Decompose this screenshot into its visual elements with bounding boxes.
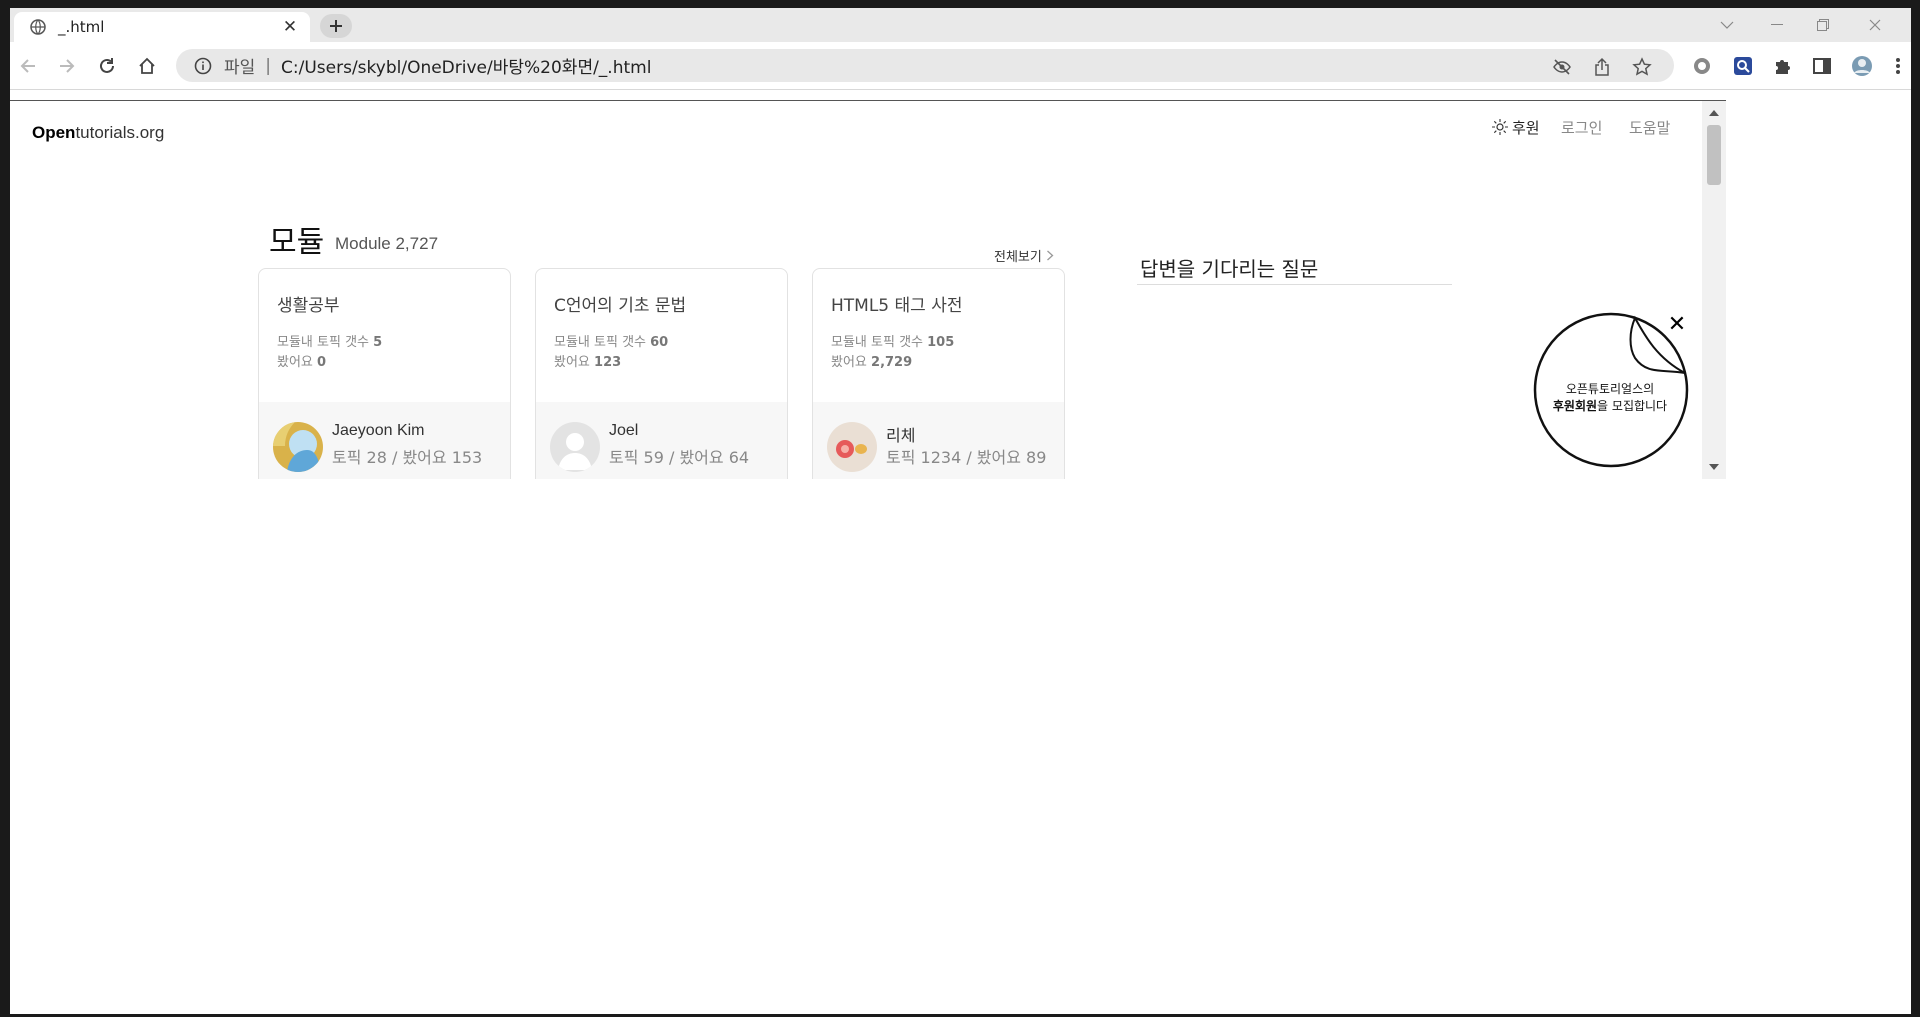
info-icon[interactable]	[194, 57, 212, 75]
module-author[interactable]: 리체 토픽 1234 / 봤어요 89	[813, 402, 1064, 479]
browser-menu-icon[interactable]	[1886, 54, 1910, 78]
modules-count: Module 2,727	[335, 234, 439, 253]
modules-title: 모듈	[269, 225, 325, 260]
new-tab-button[interactable]	[320, 14, 352, 38]
author-stats: 토픽 59 / 봤어요 64	[609, 448, 750, 467]
module-card[interactable]: 생활공부 모듈내 토픽 갯수 5 봤어요 0 Jaeyoon Kim 토픽 28…	[258, 268, 511, 479]
side-panel-icon[interactable]	[1810, 54, 1834, 78]
page-viewport: Opentutorials.org 후원 로그인 도움말 모듈 Module 2…	[10, 100, 1726, 479]
topic-count-value: 60	[650, 335, 669, 350]
address-bar[interactable]: 파일 | C:/Users/skybl/OneDrive/바탕%20화면/_.h…	[176, 49, 1674, 82]
topic-count-label: 모듈내 토픽 갯수	[831, 335, 923, 350]
module-card[interactable]: C언어의 기초 문법 모듈내 토픽 갯수 60 봤어요 123 Joel 토픽 …	[535, 268, 788, 479]
nav-login-link[interactable]: 로그인	[1561, 117, 1602, 138]
scroll-up-arrow-icon[interactable]	[1709, 110, 1719, 116]
seen-count-value: 0	[317, 355, 327, 370]
profile-avatar-icon[interactable]	[1850, 54, 1874, 78]
divider	[1137, 284, 1452, 285]
module-title[interactable]: 생활공부	[277, 291, 340, 316]
module-topic-count: 모듈내 토픽 갯수 60	[554, 331, 668, 350]
seen-count-label: 봤어요	[831, 355, 867, 370]
extension-settings-icon[interactable]	[1690, 54, 1714, 78]
seen-count-value: 2,729	[871, 355, 913, 370]
arrow-right-icon	[60, 59, 75, 73]
home-button[interactable]	[135, 54, 159, 78]
eye-off-icon[interactable]	[1552, 57, 1572, 77]
browser-window: _.html ✕ 파일 | C:/Users/skybl/OneDrive/바탕…	[10, 8, 1911, 1014]
scroll-thumb[interactable]	[1707, 125, 1721, 185]
logo-rest: tutorials.org	[75, 123, 165, 142]
topic-count-value: 5	[373, 335, 383, 350]
page-scrollbar[interactable]	[1702, 101, 1726, 479]
tab-close-icon[interactable]: ✕	[280, 17, 300, 37]
reload-icon	[100, 58, 114, 73]
scroll-down-arrow-icon[interactable]	[1709, 464, 1719, 470]
promo-close-icon[interactable]: ✕	[1667, 314, 1687, 336]
plus-icon	[330, 20, 342, 32]
site-logo[interactable]: Opentutorials.org	[32, 123, 164, 143]
nav-support-label: 후원	[1512, 119, 1540, 137]
module-author[interactable]: Joel 토픽 59 / 봤어요 64	[536, 402, 787, 479]
browser-tab[interactable]: _.html ✕	[14, 12, 310, 42]
back-button[interactable]	[16, 54, 40, 78]
author-name: Joel	[609, 422, 639, 439]
logo-bold: Open	[32, 123, 76, 142]
author-name: Jaeyoon Kim	[332, 422, 425, 439]
module-seen-count: 봤어요 0	[277, 351, 326, 370]
topic-count-label: 모듈내 토픽 갯수	[554, 335, 646, 350]
sun-icon	[1492, 119, 1508, 135]
nav-help-link[interactable]: 도움말	[1629, 117, 1670, 138]
close-window-button[interactable]	[1852, 8, 1898, 42]
seen-count-label: 봤어요	[277, 355, 313, 370]
author-stats: 토픽 28 / 봤어요 153	[332, 448, 483, 467]
tab-title: _.html	[58, 18, 105, 36]
module-seen-count: 봤어요 123	[554, 351, 621, 370]
avatar	[827, 422, 877, 472]
author-stats: 토픽 1234 / 봤어요 89	[886, 448, 1047, 467]
promo-line-2: 후원회원을 모집합니다	[1540, 398, 1680, 415]
promo-text[interactable]: 오픈튜토리얼스의 후원회원을 모집합니다	[1540, 381, 1680, 415]
pending-questions-title: 답변을 기다리는 질문	[1140, 257, 1319, 281]
promo-line-2-rest: 을 모집합니다	[1597, 399, 1668, 413]
minimize-button[interactable]	[1754, 8, 1800, 42]
forward-button[interactable]	[55, 54, 79, 78]
seen-count-label: 봤어요	[554, 355, 590, 370]
home-icon	[139, 57, 155, 74]
view-all-link[interactable]: 전체보기	[994, 246, 1054, 265]
globe-icon	[30, 19, 46, 35]
module-topic-count: 모듈내 토픽 갯수 5	[277, 331, 382, 350]
module-author[interactable]: Jaeyoon Kim 토픽 28 / 봤어요 153	[259, 402, 510, 479]
restore-button[interactable]	[1800, 8, 1846, 42]
share-icon[interactable]	[1592, 57, 1612, 77]
module-title[interactable]: HTML5 태그 사전	[831, 291, 963, 316]
module-title[interactable]: C언어의 기초 문법	[554, 291, 686, 316]
avatar	[550, 422, 600, 472]
seen-count-value: 123	[594, 355, 622, 370]
topic-count-value: 105	[927, 335, 955, 350]
reload-button[interactable]	[95, 54, 119, 78]
arrow-left-icon	[20, 59, 35, 73]
tab-strip: _.html ✕	[10, 8, 1911, 42]
bookmark-star-icon[interactable]	[1632, 57, 1652, 77]
topic-count-label: 모듈내 토픽 갯수	[277, 335, 369, 350]
author-name: 리체	[886, 428, 916, 445]
nav-support-link[interactable]: 후원	[1492, 117, 1540, 138]
view-all-label: 전체보기	[994, 250, 1042, 265]
scheme-label: 파일	[224, 58, 256, 78]
tab-search-icon[interactable]	[1704, 8, 1750, 42]
promo-line-1: 오픈튜토리얼스의	[1565, 382, 1655, 396]
module-card[interactable]: HTML5 태그 사전 모듈내 토픽 갯수 105 봤어요 2,729 리체 토…	[812, 268, 1065, 479]
extensions-puzzle-icon[interactable]	[1771, 54, 1795, 78]
browser-toolbar: 파일 | C:/Users/skybl/OneDrive/바탕%20화면/_.h…	[10, 42, 1911, 90]
promo-line-2-bold: 후원회원	[1552, 399, 1598, 413]
module-topic-count: 모듈내 토픽 갯수 105	[831, 331, 954, 350]
chevron-right-icon	[1047, 250, 1054, 261]
scheme-separator: |	[265, 55, 272, 76]
avatar	[273, 422, 323, 472]
module-seen-count: 봤어요 2,729	[831, 351, 912, 370]
extension-search-icon[interactable]	[1731, 54, 1755, 78]
url-text[interactable]: C:/Users/skybl/OneDrive/바탕%20화면/_.html	[281, 53, 651, 78]
